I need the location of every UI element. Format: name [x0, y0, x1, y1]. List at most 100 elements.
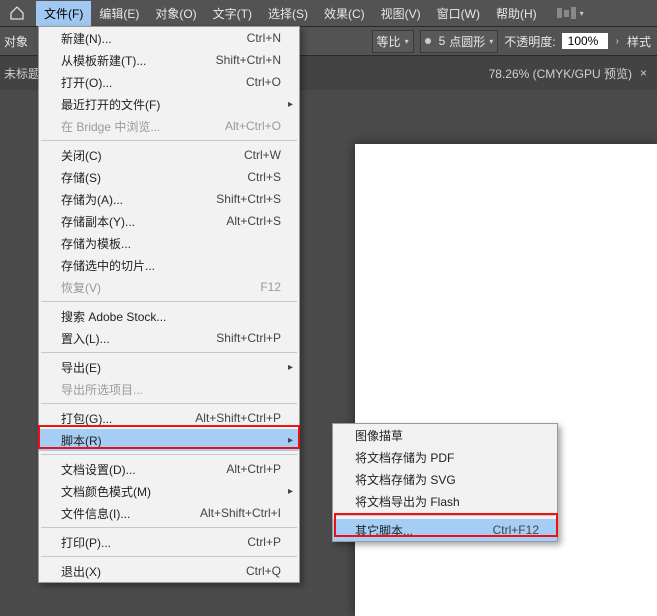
menu-item-shortcut: Alt+Shift+Ctrl+P [183, 411, 281, 425]
submenu-arrow-icon: ▸ [288, 99, 293, 110]
home-icon[interactable] [8, 4, 26, 22]
menu-item-text[interactable]: 文字(T) [205, 1, 260, 26]
menu-separator [41, 403, 297, 404]
artboard[interactable] [355, 144, 657, 616]
scripts-submenu-item[interactable]: 将文档存储为 SVG [333, 468, 557, 490]
file-menu-item[interactable]: 存储为(A)...Shift+Ctrl+S [39, 188, 299, 210]
menu-separator [41, 301, 297, 302]
menu-item-label: 存储(S) [61, 169, 235, 186]
menu-item-label: 将文档存储为 SVG [355, 471, 539, 488]
file-menu-item[interactable]: 打包(G)...Alt+Shift+Ctrl+P [39, 407, 299, 429]
file-menu-item[interactable]: 文档设置(D)...Alt+Ctrl+P [39, 458, 299, 480]
menu-item-shortcut: Shift+Ctrl+P [204, 331, 281, 345]
menu-item-label: 将文档导出为 Flash [355, 493, 539, 510]
menu-separator [41, 352, 297, 353]
submenu-arrow-icon: ▸ [288, 435, 293, 446]
file-menu-item[interactable]: 存储选中的切片... [39, 254, 299, 276]
menu-item-label: 脚本(R) [61, 432, 281, 449]
menu-item-label: 存储选中的切片... [61, 257, 281, 274]
submenu-arrow-icon: ▸ [288, 362, 293, 373]
file-menu-item[interactable]: 从模板新建(T)...Shift+Ctrl+N [39, 49, 299, 71]
doc-untitled-label: 未标题 [4, 65, 40, 82]
menu-item-label: 导出所选项目... [61, 381, 281, 398]
scripts-submenu-item[interactable]: 将文档存储为 PDF [333, 446, 557, 468]
file-menu-dropdown: 新建(N)...Ctrl+N从模板新建(T)...Shift+Ctrl+N打开(… [38, 26, 300, 583]
selection-type-label: 对象 [4, 33, 38, 50]
menu-item-label: 退出(X) [61, 563, 234, 580]
file-menu-item[interactable]: 打印(P)...Ctrl+P [39, 531, 299, 553]
brush-combo[interactable]: 5点圆形▾ [420, 30, 499, 53]
menu-item-label: 打包(G)... [61, 410, 183, 427]
file-menu-item[interactable]: 文件信息(I)...Alt+Shift+Ctrl+I [39, 502, 299, 524]
close-icon[interactable]: × [640, 66, 647, 80]
file-menu-item: 导出所选项目... [39, 378, 299, 400]
menu-item-label: 打开(O)... [61, 74, 234, 91]
menu-item-shortcut: Ctrl+P [235, 535, 281, 549]
file-menu-item[interactable]: 脚本(R) ▸ [39, 429, 299, 451]
menu-item-label: 文档颜色模式(M) [61, 483, 281, 500]
menu-item-object[interactable]: 对象(O) [147, 1, 204, 26]
file-menu-item[interactable]: 存储副本(Y)...Alt+Ctrl+S [39, 210, 299, 232]
chevron-down-icon: ▾ [405, 37, 409, 46]
opacity-label: 不透明度: [504, 33, 555, 50]
menu-item-window[interactable]: 窗口(W) [429, 1, 488, 26]
file-menu-item[interactable]: 搜索 Adobe Stock... [39, 305, 299, 327]
menu-item-shortcut: Alt+Ctrl+S [214, 214, 281, 228]
opacity-input[interactable]: 100% [562, 33, 608, 49]
menu-item-label: 打印(P)... [61, 534, 235, 551]
menu-item-file[interactable]: 文件(F) [36, 1, 91, 26]
menu-item-label: 存储副本(Y)... [61, 213, 214, 230]
file-menu-item[interactable]: 退出(X)Ctrl+Q [39, 560, 299, 582]
file-menu-item[interactable]: 最近打开的文件(F)▸ [39, 93, 299, 115]
menu-item-label: 存储为模板... [61, 235, 281, 252]
menu-item-shortcut: Ctrl+O [234, 75, 281, 89]
file-menu-item: 在 Bridge 中浏览...Alt+Ctrl+O [39, 115, 299, 137]
scripts-submenu-item[interactable]: 将文档导出为 Flash [333, 490, 557, 512]
menu-separator [41, 454, 297, 455]
document-tab-title: 78.26% (CMYK/GPU 预览) [489, 65, 632, 82]
chevron-down-icon: ▾ [489, 37, 493, 46]
file-menu-item[interactable]: 导出(E) ▸ [39, 356, 299, 378]
file-menu-item[interactable]: 存储为模板... [39, 232, 299, 254]
menu-item-shortcut: Alt+Ctrl+P [214, 462, 281, 476]
file-menu-item[interactable]: 关闭(C)Ctrl+W [39, 144, 299, 166]
menu-item-label: 文档设置(D)... [61, 461, 214, 478]
menu-separator [335, 515, 555, 516]
menu-item-edit[interactable]: 编辑(E) [91, 1, 147, 26]
menu-item-label: 新建(N)... [61, 30, 235, 47]
menu-item-shortcut: Shift+Ctrl+S [204, 192, 281, 206]
bullet-icon [425, 38, 431, 44]
styles-label[interactable]: 样式 [627, 33, 651, 50]
menu-item-label: 从模板新建(T)... [61, 52, 204, 69]
menu-item-label: 搜索 Adobe Stock... [61, 308, 281, 325]
menu-item-label: 恢复(V) [61, 279, 248, 296]
menu-item-label: 存储为(A)... [61, 191, 204, 208]
menu-items: 文件(F) 编辑(E) 对象(O) 文字(T) 选择(S) 效果(C) 视图(V… [36, 1, 545, 26]
chevron-right-icon[interactable]: › [614, 36, 621, 47]
file-menu-item[interactable]: 置入(L)...Shift+Ctrl+P [39, 327, 299, 349]
menu-item-effect[interactable]: 效果(C) [316, 1, 373, 26]
file-menu-item[interactable]: 打开(O)...Ctrl+O [39, 71, 299, 93]
scripts-submenu-item[interactable]: 其它脚本...Ctrl+F12 [333, 519, 557, 541]
menu-separator [41, 527, 297, 528]
scale-combo-label: 等比 [377, 33, 401, 50]
menu-item-label: 导出(E) [61, 359, 281, 376]
scripts-submenu-item[interactable]: 图像描草 [333, 424, 557, 446]
menu-item-shortcut: Ctrl+S [235, 170, 281, 184]
menu-item-help[interactable]: 帮助(H) [488, 1, 545, 26]
document-tab[interactable]: 78.26% (CMYK/GPU 预览) × [479, 59, 657, 88]
menu-item-select[interactable]: 选择(S) [260, 1, 316, 26]
file-menu-item[interactable]: 新建(N)...Ctrl+N [39, 27, 299, 49]
brush-shape-label: 点圆形 [449, 33, 485, 50]
menu-separator [41, 140, 297, 141]
menu-item-label: 在 Bridge 中浏览... [61, 118, 213, 135]
submenu-arrow-icon: ▸ [288, 486, 293, 497]
scale-combo[interactable]: 等比 ▾ [372, 30, 414, 53]
file-menu-item[interactable]: 存储(S)Ctrl+S [39, 166, 299, 188]
menu-item-shortcut: Ctrl+F12 [481, 523, 539, 537]
menu-item-label: 关闭(C) [61, 147, 232, 164]
workspace-switcher-icon[interactable]: ▾ [557, 7, 584, 19]
file-menu-item[interactable]: 文档颜色模式(M) ▸ [39, 480, 299, 502]
menu-item-shortcut: Alt+Shift+Ctrl+I [188, 506, 281, 520]
menu-item-view[interactable]: 视图(V) [373, 1, 429, 26]
